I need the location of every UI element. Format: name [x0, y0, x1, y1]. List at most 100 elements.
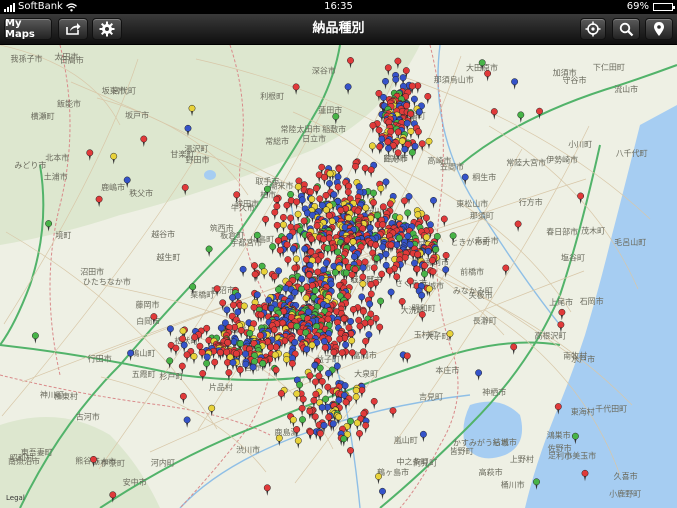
map-pin [345, 182, 353, 190]
map-pin [362, 422, 370, 429]
map-pin [358, 293, 366, 301]
map-pin [354, 207, 362, 215]
map-pin [183, 351, 191, 359]
map-pin [394, 149, 402, 157]
map-pin [316, 195, 324, 203]
map-pin [536, 107, 543, 115]
place-label: 東海村 [571, 406, 595, 416]
map-pin [311, 287, 319, 294]
place-label: 結城市 [493, 437, 517, 447]
map-pin [348, 271, 356, 279]
map-pin [414, 250, 422, 258]
map-pin [328, 217, 336, 225]
place-label: 嵐山町 [394, 435, 418, 445]
map-pin [260, 268, 268, 276]
map-pin [367, 319, 375, 326]
place-label: 大泉町 [354, 369, 378, 379]
map-pin [368, 142, 376, 150]
place-label: 小川町 [568, 140, 592, 149]
place-label: 蓮田市 [318, 105, 342, 115]
map-pin [189, 283, 197, 291]
map-pin [288, 360, 296, 367]
map-view[interactable]: 南魚沼市 湯沢町 みなかみ町 片品村 矢板市 大子町 常陸大宮市 大宮市 那須烏山市 那珂市 東海村… [0, 45, 677, 508]
map-pin [332, 113, 340, 120]
map-pin [401, 145, 409, 153]
status-bar: SoftBank 16:35 69% [0, 0, 677, 14]
map-pin [404, 232, 412, 240]
place-label: 加須市 [553, 67, 577, 77]
place-label: 日高市 [60, 55, 84, 65]
map-pin [313, 222, 321, 230]
map-pin [308, 341, 316, 349]
map-pin [225, 369, 233, 377]
map-pin [398, 298, 406, 305]
map-pin [352, 393, 360, 401]
map-pin [410, 95, 418, 103]
map-pin [424, 247, 432, 255]
place-label: 那須町 [470, 212, 494, 221]
map-pin [179, 335, 187, 343]
add-pin-button[interactable] [645, 18, 673, 40]
map-pin [366, 300, 374, 308]
map-pin [335, 413, 343, 421]
map-pin [428, 256, 436, 264]
map-pin [271, 272, 278, 280]
map-pin [249, 363, 257, 371]
map-pin [331, 269, 339, 276]
locate-button[interactable] [580, 18, 606, 40]
map-pin [314, 256, 322, 264]
map-pin [406, 277, 414, 285]
map-pin [287, 214, 295, 222]
map-pin [370, 199, 377, 207]
map-pin [502, 264, 510, 272]
map-pin [379, 243, 387, 251]
place-label: 秩父市 [129, 188, 153, 198]
map-pin [127, 349, 135, 357]
map-pin [259, 360, 267, 367]
place-label: 神栖市 [482, 387, 506, 397]
place-label: 野田市 [186, 155, 210, 165]
place-label: 常総市 [265, 136, 289, 146]
place-label: 伊勢崎市 [546, 155, 578, 165]
map-pin [188, 104, 196, 112]
map-pin [322, 191, 330, 199]
map-pin [395, 234, 403, 242]
map-pin [191, 333, 199, 341]
place-label: 鳩山町 [131, 348, 155, 358]
map-pin [322, 259, 330, 267]
map-pin [297, 285, 305, 293]
map-pin [240, 302, 248, 310]
map-pin [276, 246, 284, 254]
legal-link[interactable]: Legal [6, 494, 25, 502]
map-pin [279, 213, 287, 221]
map-pin [396, 214, 404, 222]
map-pin [375, 126, 383, 134]
map-pin [461, 173, 469, 181]
map-pin [403, 102, 411, 110]
place-label: 伊奈町 [101, 458, 125, 468]
map-pin [442, 251, 450, 259]
place-label: 流山市 [614, 84, 638, 94]
place-label: 高萩市 [479, 467, 503, 477]
place-label: 稲敷市 [322, 124, 346, 134]
place-label: 飯能市 [57, 99, 81, 109]
map-pin [370, 189, 377, 197]
map-pin [356, 430, 363, 437]
map-pin [272, 366, 280, 374]
place-label: 南牧村 [563, 351, 587, 361]
search-button[interactable] [612, 18, 640, 40]
map-pin [320, 421, 328, 429]
map-pin [213, 285, 221, 293]
map-pin [308, 235, 315, 243]
map-pin [372, 241, 380, 249]
map-pin [334, 248, 342, 256]
map-pin [449, 232, 457, 240]
map-canvas[interactable]: 南魚沼市湯沢町みなかみ町片品村矢板市大子町常陸大宮市大宮市那須烏山市那珂市東海村… [0, 45, 677, 508]
place-label: 片品村 [209, 382, 233, 392]
map-pin [422, 214, 430, 222]
map-pin [289, 245, 297, 253]
place-label: 土浦市 [44, 171, 68, 181]
map-pin [234, 308, 242, 316]
place-label: 上野村 [510, 454, 534, 464]
map-pin [301, 245, 309, 253]
